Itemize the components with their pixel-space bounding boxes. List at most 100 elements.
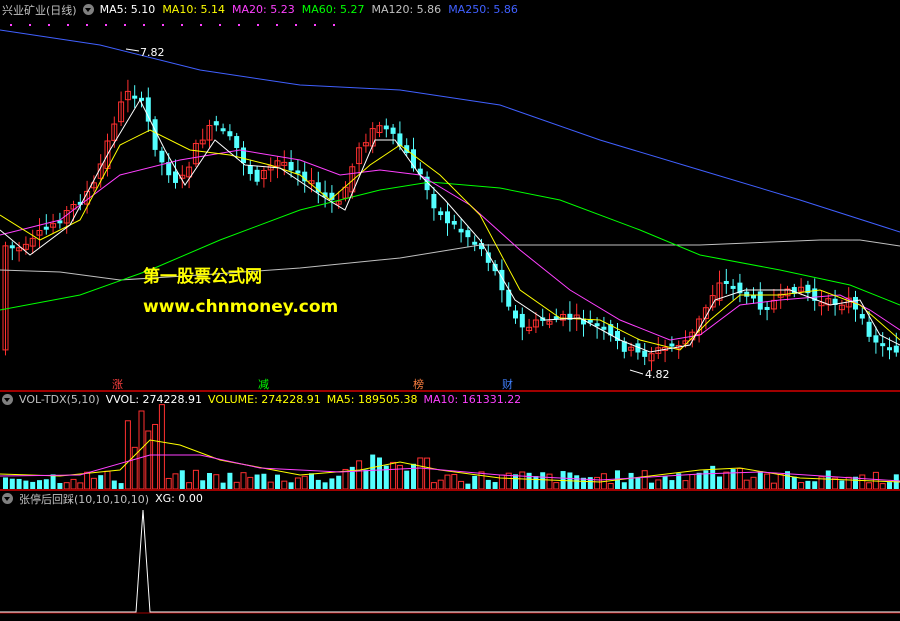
candle-body <box>145 97 151 122</box>
guide-dot <box>181 24 183 26</box>
volume-bar <box>275 474 280 489</box>
xg-signal-line <box>0 509 900 613</box>
volume-bar <box>192 469 199 490</box>
volume-bar <box>390 461 397 490</box>
candle-body <box>601 326 607 330</box>
candle-body <box>132 95 138 99</box>
chart-canvas[interactable] <box>0 0 900 621</box>
candle-body <box>254 169 260 182</box>
volume-bar <box>370 454 376 489</box>
guide-dot <box>333 24 335 26</box>
guide-dot <box>200 24 202 26</box>
candle-body <box>880 343 886 347</box>
volume-bar <box>621 482 627 489</box>
candle-body <box>173 171 178 183</box>
candle-body <box>513 310 518 319</box>
volume-bar <box>628 472 634 489</box>
ma120-line <box>0 239 900 281</box>
candle-body <box>873 335 879 343</box>
candle-body <box>893 345 899 353</box>
volume-bar <box>16 478 22 489</box>
volume-bar <box>207 472 212 489</box>
candle-body <box>383 125 389 130</box>
volume-label: VOLUME: 274228.91 <box>208 393 321 406</box>
volume-bar <box>200 480 206 489</box>
volume-bar <box>301 475 308 490</box>
volume-bar <box>281 480 288 490</box>
volume-bar <box>845 476 852 490</box>
volume-bar <box>124 420 131 490</box>
watermark-title: 第一股票公式网 <box>143 267 262 287</box>
volume-menu-icon[interactable] <box>2 394 13 405</box>
candle-body <box>438 211 444 216</box>
vvol-label: VVOL: 274228.91 <box>105 393 203 406</box>
volume-bar <box>104 470 111 490</box>
candle-body <box>751 295 756 299</box>
candle-body <box>247 165 253 175</box>
ma250-line <box>0 29 900 233</box>
candle-body <box>472 241 478 245</box>
candle-body <box>445 211 450 224</box>
volume-bar <box>3 477 8 489</box>
volume-bar <box>492 482 498 489</box>
candle-body <box>859 313 865 319</box>
candle-body <box>159 150 165 163</box>
volume-bar <box>791 476 797 489</box>
candle-body <box>295 170 301 174</box>
volume-bar <box>84 471 91 490</box>
candle-body <box>730 285 736 289</box>
volume-bar <box>43 479 49 489</box>
guide-dot <box>238 24 240 26</box>
volume-bar <box>267 481 274 490</box>
volume-bar <box>730 469 736 489</box>
high-price-label: 7.82 <box>140 46 165 59</box>
candle-body <box>887 347 892 351</box>
candle-body <box>764 306 770 310</box>
volume-bar <box>254 474 260 489</box>
volume-bar <box>90 477 97 490</box>
volume-bar <box>723 471 730 490</box>
volume-bar <box>98 475 104 489</box>
volume-bar <box>682 480 689 490</box>
volume-bar <box>750 476 757 490</box>
volume-bar <box>158 404 165 490</box>
volume-bar <box>662 476 668 489</box>
volume-bar <box>641 470 648 490</box>
candle-body <box>43 226 49 230</box>
volume-bar <box>336 475 342 489</box>
volume-bar <box>411 463 416 489</box>
ma20-line <box>0 149 900 341</box>
xg-label: XG: 0.00 <box>155 492 203 505</box>
low-price-label: 4.82 <box>645 368 670 381</box>
volume-bar <box>315 479 321 489</box>
volume-bar <box>356 460 363 490</box>
volume-bar <box>227 472 233 489</box>
volume-bar <box>437 479 444 490</box>
ma60-line <box>0 181 900 311</box>
guide-dot <box>295 24 297 26</box>
guide-dot <box>162 24 164 26</box>
volume-bar <box>546 473 553 490</box>
volume-bar <box>70 478 77 490</box>
kline-chart-window[interactable]: 兴业矿业(日线) MA5: 5.10 MA10: 5.14 MA20: 5.23… <box>0 0 900 621</box>
volume-panel-header: VOL-TDX(5,10) VVOL: 274228.91 VOLUME: 27… <box>0 392 521 407</box>
vol-ma5-label: MA5: 189505.38 <box>326 393 418 406</box>
volume-bar <box>424 457 431 490</box>
volume-bar <box>213 474 220 490</box>
volume-bar <box>172 473 179 490</box>
volume-bar <box>240 472 247 490</box>
volume-bar <box>805 480 811 489</box>
signal-menu-icon[interactable] <box>2 493 13 504</box>
volume-bar <box>859 474 866 490</box>
low-marker-arrow <box>629 369 644 375</box>
volume-bar <box>839 480 845 489</box>
volume-bar <box>498 474 505 490</box>
volume-bar <box>764 473 771 490</box>
volume-bar <box>451 474 458 490</box>
guide-dot <box>48 24 50 26</box>
volume-bar <box>444 474 451 490</box>
volume-bar <box>669 480 675 489</box>
volume-bar <box>165 477 172 490</box>
guide-dot <box>219 24 221 26</box>
candle-body <box>431 193 437 209</box>
